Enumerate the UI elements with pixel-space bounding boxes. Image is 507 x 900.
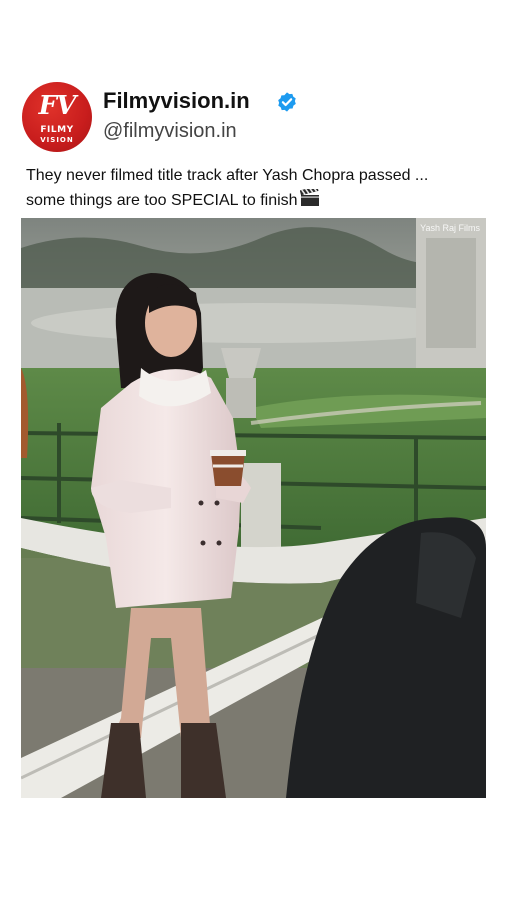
caption-line-2: some things are too SPECIAL to finish xyxy=(26,192,298,209)
video-frame xyxy=(21,218,486,798)
avatar-logo: FV xyxy=(38,91,77,121)
avatar[interactable]: FV FILMY VISION xyxy=(22,82,92,152)
clapper-board-icon xyxy=(299,189,319,206)
avatar-text-filmy: FILMY xyxy=(40,125,74,135)
verified-badge-icon xyxy=(278,92,296,112)
account-handle[interactable]: @filmyvision.in xyxy=(103,120,237,143)
caption-line-2-wrap: some things are too SPECIAL to finish xyxy=(26,188,486,213)
account-display-name[interactable]: Filmyvision.in xyxy=(103,88,250,114)
post-header: FV FILMY VISION Filmyvision.in @filmyvis… xyxy=(22,82,482,156)
video-watermark: Yash Raj Films xyxy=(420,223,480,233)
avatar-text-vision: VISION xyxy=(40,136,74,144)
post-caption: They never filmed title track after Yash… xyxy=(26,163,486,213)
post-video[interactable]: Yash Raj Films xyxy=(21,218,486,798)
caption-line-1: They never filmed title track after Yash… xyxy=(26,167,429,184)
